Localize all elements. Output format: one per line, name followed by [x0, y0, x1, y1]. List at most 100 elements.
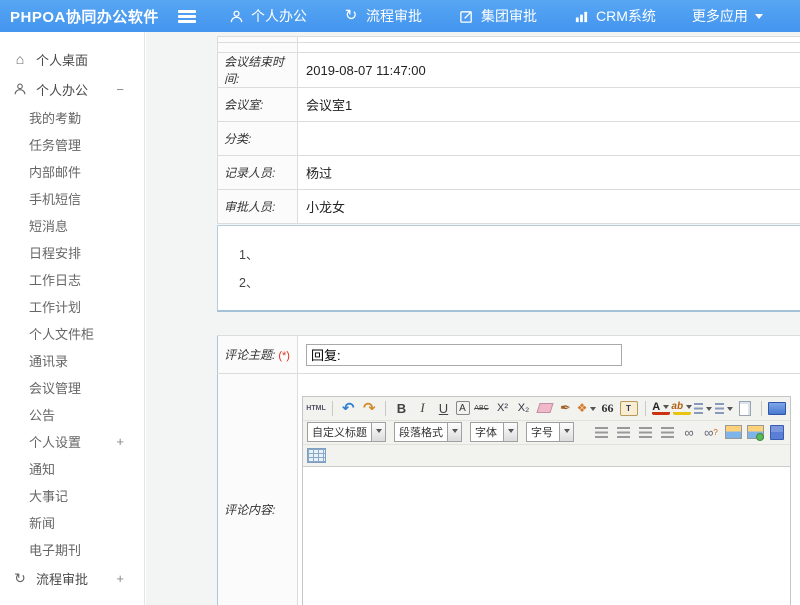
sidebar-item-work-plan[interactable]: 工作计划	[0, 293, 144, 320]
sidebar-item-label: 个人办公	[36, 80, 88, 99]
undo-icon[interactable]: ↶	[339, 399, 357, 417]
sidebar-item-label: 个人设置	[29, 432, 81, 451]
sidebar-item-personal-settings[interactable]: 个人设置 +	[0, 428, 144, 455]
format-brush-icon[interactable]: ✒	[557, 399, 575, 417]
required-mark: (*)	[278, 350, 290, 362]
dropdown-arrow-icon	[371, 423, 385, 441]
field-value: 会议室1	[298, 88, 800, 122]
sidebar-item-personal-file-cabinet[interactable]: 个人文件柜	[0, 320, 144, 347]
nav-item-crm-system[interactable]: CRM系统	[573, 6, 656, 26]
sidebar-item-label: 通讯录	[29, 351, 68, 370]
nav-item-more-apps[interactable]: 更多应用	[692, 6, 763, 26]
sidebar-item-label: 个人桌面	[36, 50, 88, 69]
nav-item-label: 流程审批	[366, 6, 422, 26]
sidebar-item-personal-office[interactable]: 个人办公 −	[0, 74, 144, 104]
sidebar-item-label: 电子期刊	[29, 540, 81, 559]
strikethrough-icon[interactable]: ABC	[473, 399, 491, 417]
cycle-icon: ↻	[12, 570, 28, 587]
chart-icon	[573, 8, 589, 24]
table-row-meeting-end-time: 会议结束时间: 2019-08-07 11:47:00	[218, 53, 800, 88]
sidebar-item-major-events[interactable]: 大事记	[0, 482, 144, 509]
expand-icon[interactable]: +	[116, 571, 124, 586]
sidebar-item-personal-desktop[interactable]: ⌂ 个人桌面	[0, 44, 144, 74]
redo-icon[interactable]: ↷	[360, 399, 378, 417]
paragraph-format-dropdown[interactable]: 段落格式	[394, 422, 462, 442]
color-palette-icon[interactable]: ❖	[578, 399, 596, 417]
unordered-list-icon[interactable]	[715, 399, 733, 417]
ordered-list-icon[interactable]	[694, 399, 712, 417]
person-icon	[228, 8, 244, 24]
field-label: 会议结束时间:	[218, 53, 298, 88]
editor-toolbar-row-3	[303, 445, 790, 467]
comment-subject-input[interactable]	[306, 344, 622, 366]
dropdown-arrow-icon	[447, 423, 461, 441]
superscript-icon[interactable]: X²	[494, 399, 512, 417]
sidebar-item-short-message[interactable]: 短消息	[0, 212, 144, 239]
sidebar-item-announcement[interactable]: 公告	[0, 401, 144, 428]
fullscreen-icon[interactable]	[768, 399, 786, 417]
bold-icon[interactable]: B	[393, 399, 411, 417]
highlight-icon[interactable]: ab	[673, 401, 691, 415]
cycle-icon: ↻	[343, 8, 359, 24]
underline-icon[interactable]: U	[435, 399, 453, 417]
new-page-icon[interactable]	[736, 399, 754, 417]
expand-icon[interactable]: +	[116, 434, 124, 449]
unlink-icon[interactable]: ∞	[702, 423, 720, 441]
file-manager-icon[interactable]	[768, 423, 786, 441]
sidebar-item-task-management[interactable]: 任务管理	[0, 131, 144, 158]
sidebar-item-label: 流程审批	[36, 569, 88, 588]
sidebar-item-internal-mail[interactable]: 内部邮件	[0, 158, 144, 185]
nav-item-group-approval[interactable]: 集团审批	[458, 6, 537, 26]
media-icon[interactable]	[746, 423, 764, 441]
nav-item-personal-office[interactable]: 个人办公	[228, 6, 307, 26]
sidebar-item-label: 任务管理	[29, 135, 81, 154]
sidebar-item-meeting-management[interactable]: 会议管理	[0, 374, 144, 401]
subscript-icon[interactable]: X₂	[515, 399, 533, 417]
quote-icon[interactable]: 66	[599, 399, 617, 417]
image-icon[interactable]	[724, 423, 742, 441]
table-row-meeting-room: 会议室: 会议室1	[218, 88, 800, 122]
app-title: PHPOA协同办公软件	[0, 6, 178, 27]
align-justify-icon[interactable]	[658, 423, 676, 441]
sidebar-item-notification[interactable]: 通知	[0, 455, 144, 482]
paste-word-icon[interactable]: T	[620, 401, 638, 416]
field-label: 记录人员:	[218, 156, 298, 190]
table-icon[interactable]	[307, 446, 326, 464]
sidebar-item-sms[interactable]: 手机短信	[0, 185, 144, 212]
nav-item-workflow-approval[interactable]: ↻ 流程审批	[343, 6, 422, 26]
sidebar-item-schedule[interactable]: 日程安排	[0, 239, 144, 266]
font-size-dropdown[interactable]: 字号	[526, 422, 574, 442]
dropdown-label: 字体	[471, 424, 503, 440]
align-right-icon[interactable]	[636, 423, 654, 441]
menu-toggle-icon[interactable]	[178, 10, 196, 22]
person-icon	[12, 82, 28, 96]
editor-toolbar-row-2: 自定义标题 段落格式 字体 字号	[303, 421, 790, 445]
link-icon[interactable]: ∞	[680, 423, 698, 441]
sidebar-item-news[interactable]: 新闻	[0, 509, 144, 536]
field-value: 小龙女	[298, 190, 800, 224]
editor-content-area[interactable]	[303, 467, 790, 605]
field-value: 杨过	[298, 156, 800, 190]
sidebar-item-work-log[interactable]: 工作日志	[0, 266, 144, 293]
sidebar-item-e-journal[interactable]: 电子期刊	[0, 536, 144, 563]
italic-icon[interactable]: I	[414, 399, 432, 417]
align-left-icon[interactable]	[592, 423, 610, 441]
align-center-icon[interactable]	[614, 423, 632, 441]
font-color-icon[interactable]: A	[652, 401, 670, 415]
sidebar-item-my-attendance[interactable]: 我的考勤	[0, 104, 144, 131]
html-source-icon[interactable]: HTML	[307, 399, 325, 417]
sidebar-item-address-book[interactable]: 通讯录	[0, 347, 144, 374]
sidebar-item-workflow-approval[interactable]: ↻ 流程审批 +	[0, 563, 144, 593]
collapse-icon[interactable]: −	[116, 82, 124, 97]
table-row-approver: 审批人员: 小龙女	[218, 190, 800, 224]
sidebar-item-label: 通知	[29, 459, 55, 478]
field-label: 评论主题:(*)	[218, 336, 298, 374]
heading-style-dropdown[interactable]: 自定义标题	[307, 422, 386, 442]
sidebar-item-label: 内部邮件	[29, 162, 81, 181]
font-family-dropdown[interactable]: 字体	[470, 422, 518, 442]
table-row-recorder: 记录人员: 杨过	[218, 156, 800, 190]
nav-item-label: 集团审批	[481, 6, 537, 26]
nav-item-label: CRM系统	[596, 6, 656, 26]
eraser-icon[interactable]	[536, 399, 554, 417]
font-box-icon[interactable]: A	[456, 401, 470, 415]
